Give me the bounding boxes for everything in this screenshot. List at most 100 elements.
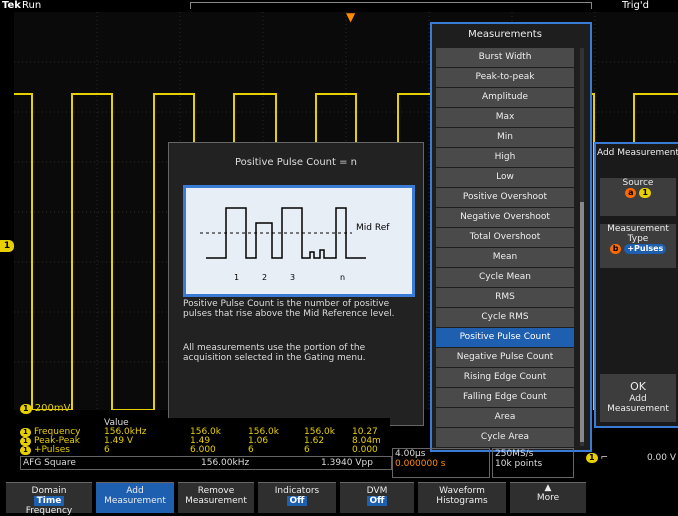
measurement-item[interactable]: Negative Overshoot bbox=[436, 208, 574, 227]
measurement-item[interactable]: Rising Edge Count bbox=[436, 368, 574, 387]
trigger-position-bar bbox=[190, 2, 592, 9]
measurement-item[interactable]: High bbox=[436, 148, 574, 167]
measurement-item[interactable]: Total Overshoot bbox=[436, 228, 574, 247]
ok-label: OK bbox=[630, 380, 646, 393]
menu-label: DVM bbox=[366, 486, 388, 496]
menu-sublabel: Frequency bbox=[25, 506, 73, 516]
info-gating-note: All measurements use the portion of the … bbox=[183, 343, 366, 363]
status-bar: Tek Run Trig'd bbox=[0, 0, 678, 12]
menu-label: Domain bbox=[31, 486, 67, 496]
time-scale: 4.00µs bbox=[395, 449, 426, 459]
measurement-item[interactable]: Min bbox=[436, 128, 574, 147]
measurement-item[interactable]: Positive Overshoot bbox=[436, 188, 574, 207]
source-button[interactable]: Source a 1 bbox=[600, 178, 676, 216]
pulse-label-3: 3 bbox=[290, 273, 295, 282]
menu-label: Add bbox=[126, 486, 144, 496]
measurements-scroll-thumb[interactable] bbox=[580, 202, 584, 442]
trigger-slope-icon: ⌐ bbox=[600, 453, 608, 463]
measurement-item[interactable]: Amplitude bbox=[436, 88, 574, 107]
ch1-badge: 1 bbox=[20, 404, 32, 414]
table-cell-c1: 6.000 bbox=[190, 445, 216, 455]
brand-logo: Tek bbox=[2, 0, 21, 11]
measurement-item[interactable]: Cycle RMS bbox=[436, 308, 574, 327]
ch1-scale: 200mV bbox=[34, 403, 71, 414]
run-status: Run bbox=[22, 0, 42, 11]
measurement-info-panel: Positive Pulse Count = n Mid Ref 1 2 3 n… bbox=[168, 142, 424, 426]
measurement-item[interactable]: Low bbox=[436, 168, 574, 187]
bottom-menu: Domain Time Frequency Add Measurement Remove M… bbox=[0, 480, 678, 516]
measurement-item[interactable]: Burst Width bbox=[436, 48, 574, 67]
trigger-position-icon[interactable]: ▼ bbox=[346, 11, 355, 23]
measurement-type-button[interactable]: Measurement Type b +Pulses bbox=[600, 224, 676, 268]
measurement-item[interactable]: Peak-to-peak bbox=[436, 68, 574, 87]
measurement-item[interactable]: Mean bbox=[436, 248, 574, 267]
measurement-results-table: Value 1 Frequency 156.0kHz 156.0k 156.0k 156.… bbox=[20, 418, 390, 455]
table-cell-c4: 0.000 bbox=[352, 445, 378, 455]
side-menu-title: Add Measurement bbox=[596, 148, 678, 158]
pulse-diagram-icon: Mid Ref 1 2 3 n bbox=[200, 207, 390, 282]
knob-b-icon: b bbox=[609, 244, 622, 254]
menu-label: Waveform bbox=[439, 486, 485, 496]
info-description: Positive Pulse Count is the number of po… bbox=[183, 299, 395, 319]
measurement-type-label: Measurement Type bbox=[607, 224, 669, 244]
measurement-type-value: +Pulses bbox=[624, 244, 667, 254]
measurement-item[interactable]: Cycle Area bbox=[436, 428, 574, 447]
source-channel-badge: 1 bbox=[639, 188, 651, 198]
menu-value: Off bbox=[286, 496, 308, 506]
domain-button[interactable]: Domain Time Frequency bbox=[6, 482, 92, 516]
more-button[interactable]: ▲ More bbox=[510, 482, 586, 513]
ch1-ground-marker[interactable]: 1 bbox=[0, 240, 14, 252]
menu-sublabel: Measurement bbox=[185, 496, 247, 506]
table-cell-c2: 6 bbox=[248, 445, 254, 455]
trigger-readout[interactable]: 1 ⌐ 0.00 V bbox=[586, 448, 678, 468]
measurements-list: Burst Width Peak-to-peak Amplitude Max Min Hi… bbox=[436, 48, 574, 448]
pulse-label-2: 2 bbox=[262, 273, 267, 282]
waveform-histograms-button[interactable]: Waveform Histograms bbox=[418, 482, 506, 513]
ok-sub-label: Add Measurement bbox=[607, 394, 669, 414]
menu-label: Indicators bbox=[274, 486, 320, 496]
measurement-item[interactable]: Negative Pulse Count bbox=[436, 348, 574, 367]
table-cell-name: +Pulses bbox=[34, 445, 70, 455]
acquisition-readout[interactable]: 250MS/s 10k points bbox=[492, 448, 574, 478]
afg-amplitude: 1.3940 Vpp bbox=[321, 458, 373, 468]
trigger-status: Trig'd bbox=[622, 0, 649, 11]
measurement-item[interactable]: Positive Pulse Count bbox=[436, 328, 574, 347]
sample-rate: 250MS/s bbox=[495, 449, 534, 459]
table-cell-ch: 1 bbox=[20, 437, 31, 446]
table-cell-ch: 1 bbox=[20, 428, 31, 437]
measurement-item[interactable]: Falling Edge Count bbox=[436, 388, 574, 407]
menu-value: Off bbox=[366, 496, 388, 506]
measurement-item[interactable]: Cycle Mean bbox=[436, 268, 574, 287]
remove-measurement-button[interactable]: Remove Measurement bbox=[178, 482, 254, 513]
indicators-button[interactable]: Indicators Off bbox=[258, 482, 336, 513]
dvm-button[interactable]: DVM Off bbox=[340, 482, 414, 513]
record-length: 10k points bbox=[495, 459, 543, 469]
menu-value: Time bbox=[33, 496, 65, 506]
trigger-source-badge: 1 bbox=[586, 453, 598, 463]
trigger-delay: 0.000000 s bbox=[395, 459, 446, 469]
measurement-item[interactable]: RMS bbox=[436, 288, 574, 307]
menu-sublabel: Histograms bbox=[436, 496, 488, 506]
horizontal-readout[interactable]: 4.00µs 0.000000 s bbox=[392, 448, 490, 478]
menu-label: More bbox=[536, 493, 560, 503]
pulse-label-1: 1 bbox=[234, 273, 239, 282]
trigger-level: 0.00 V bbox=[646, 453, 676, 463]
knob-a-icon: a bbox=[625, 188, 637, 198]
source-label: Source bbox=[622, 178, 654, 188]
add-measurement-button[interactable]: Add Measurement bbox=[96, 482, 174, 513]
ch1-scale-readout[interactable]: 1 200mV bbox=[20, 403, 70, 414]
table-cell-value: 6 bbox=[104, 445, 110, 455]
ok-add-measurement-button[interactable]: OK Add Measurement bbox=[600, 374, 676, 422]
measurement-item[interactable]: Area bbox=[436, 408, 574, 427]
table-cell-ch: 1 bbox=[20, 446, 31, 455]
afg-readout[interactable]: AFG Square 156.00kHz 1.3940 Vpp bbox=[20, 456, 392, 470]
menu-label: Remove bbox=[197, 486, 235, 496]
measurements-menu: Measurements Burst Width Peak-to-peak Ampl… bbox=[430, 22, 592, 452]
pulse-count-diagram: Mid Ref 1 2 3 n bbox=[183, 185, 415, 297]
table-cell-c3: 6 bbox=[304, 445, 310, 455]
info-title: Positive Pulse Count = n bbox=[234, 157, 357, 168]
measurements-title: Measurements bbox=[468, 29, 542, 40]
add-measurement-side-menu: Add Measurement Source a 1 Measurement T… bbox=[594, 142, 678, 428]
measurement-item[interactable]: Max bbox=[436, 108, 574, 127]
afg-label: AFG Square bbox=[23, 458, 76, 468]
